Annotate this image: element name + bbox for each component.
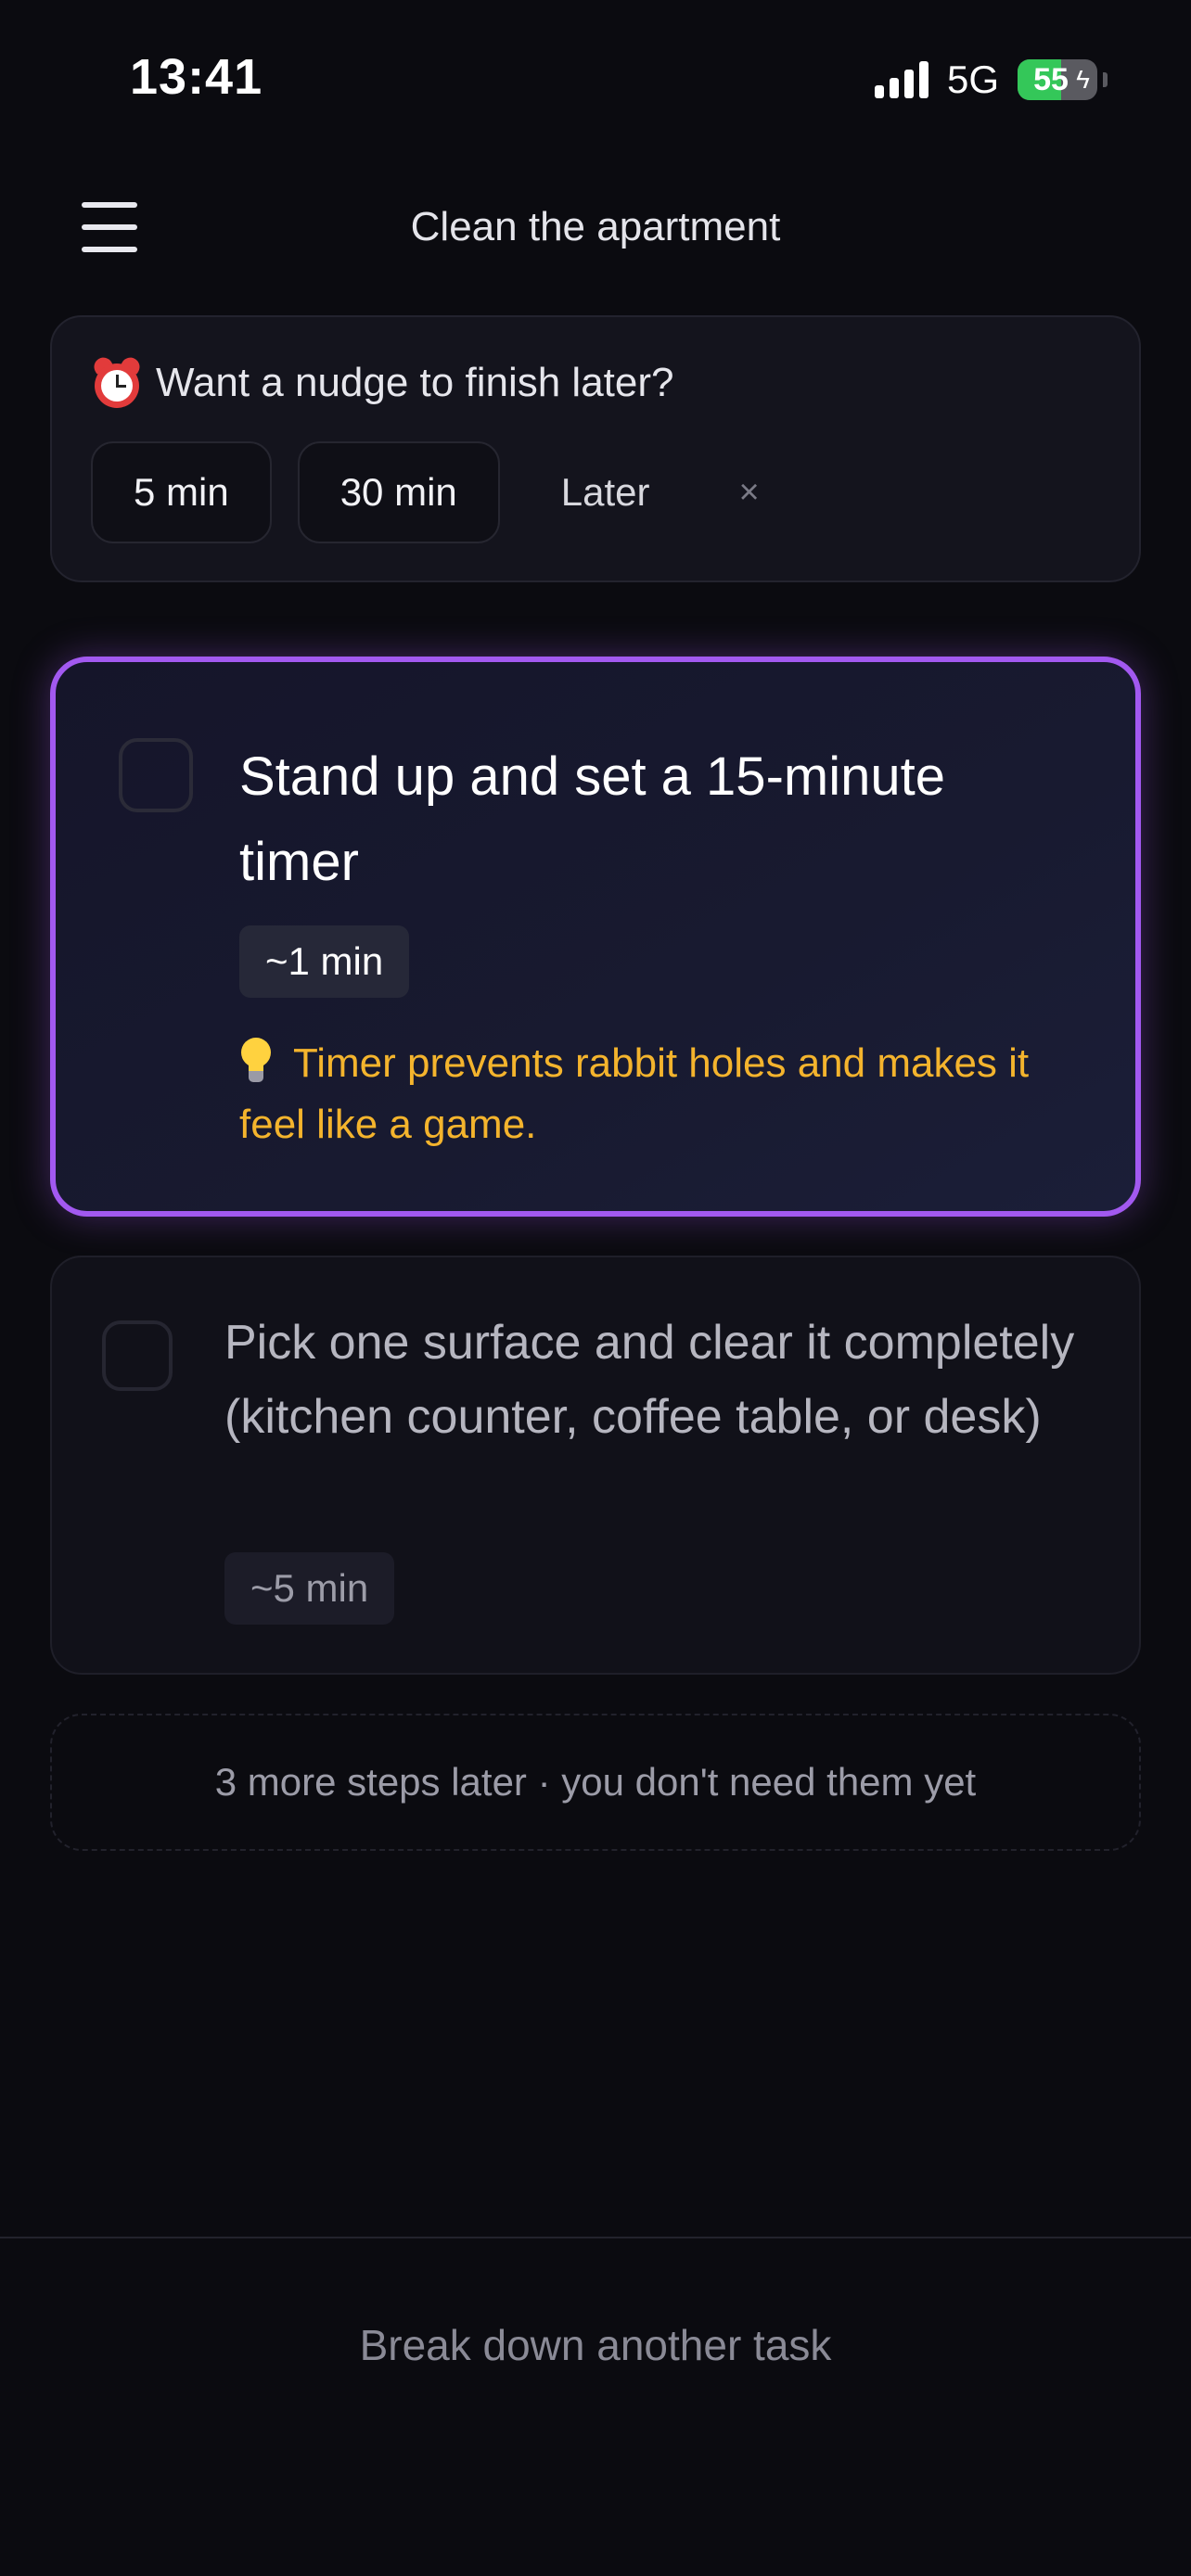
step-title: Stand up and set a 15-minute timer — [239, 746, 945, 892]
nudge-later-button[interactable]: Later — [526, 441, 685, 543]
status-bar: 13:41 5G 55 ϟ — [0, 0, 1191, 158]
nudge-prompt: Want a nudge to finish later? — [90, 353, 674, 410]
status-time: 13:41 — [130, 49, 263, 105]
status-indicators: 5G 55 ϟ — [874, 57, 1108, 102]
duration-badge: ~5 min — [224, 1552, 395, 1625]
duration-badge: ~1 min — [239, 925, 410, 998]
screen: 13:41 5G 55 ϟ Clean the apartment Want a… — [0, 0, 1191, 2576]
cellular-signal-icon — [874, 61, 928, 98]
divider — [0, 2237, 1191, 2238]
break-down-another-task-button[interactable]: Break down another task — [0, 2320, 1191, 2370]
charging-bolt-icon: ϟ — [1076, 65, 1090, 94]
battery-charging-icon: 55 ϟ — [1018, 59, 1097, 100]
next-step-card[interactable]: Pick one surface and clear it completely… — [50, 1256, 1141, 1675]
page-title: Clean the apartment — [410, 204, 781, 249]
network-label: 5G — [946, 57, 999, 101]
step-title: Pick one surface and clear it completely… — [224, 1316, 1075, 1444]
light-bulb-icon — [239, 1038, 273, 1084]
step-checkbox[interactable] — [102, 1320, 173, 1391]
nudge-title: Want a nudge to finish later? — [156, 360, 674, 405]
nudge-5-min-button[interactable]: 5 min — [91, 441, 272, 543]
active-step-card[interactable]: Stand up and set a 15-minute timer ~1 mi… — [50, 657, 1141, 1217]
step-tip: Timer prevents rabbit holes and makes it… — [239, 1033, 1056, 1155]
header: Clean the apartment — [0, 176, 1191, 283]
more-steps-placeholder[interactable]: 3 more steps later · you don't need them… — [50, 1714, 1141, 1851]
battery-nub — [1103, 72, 1108, 87]
tip-text: Timer prevents rabbit holes and makes it… — [239, 1040, 1030, 1147]
alarm-clock-icon — [90, 353, 144, 410]
close-icon[interactable]: × — [711, 473, 788, 513]
nudge-30-min-button[interactable]: 30 min — [297, 441, 500, 543]
nudge-card: Want a nudge to finish later? 5 min 30 m… — [50, 315, 1141, 582]
nudge-options: 5 min 30 min Later × — [91, 441, 788, 543]
step-checkbox[interactable] — [119, 738, 193, 812]
